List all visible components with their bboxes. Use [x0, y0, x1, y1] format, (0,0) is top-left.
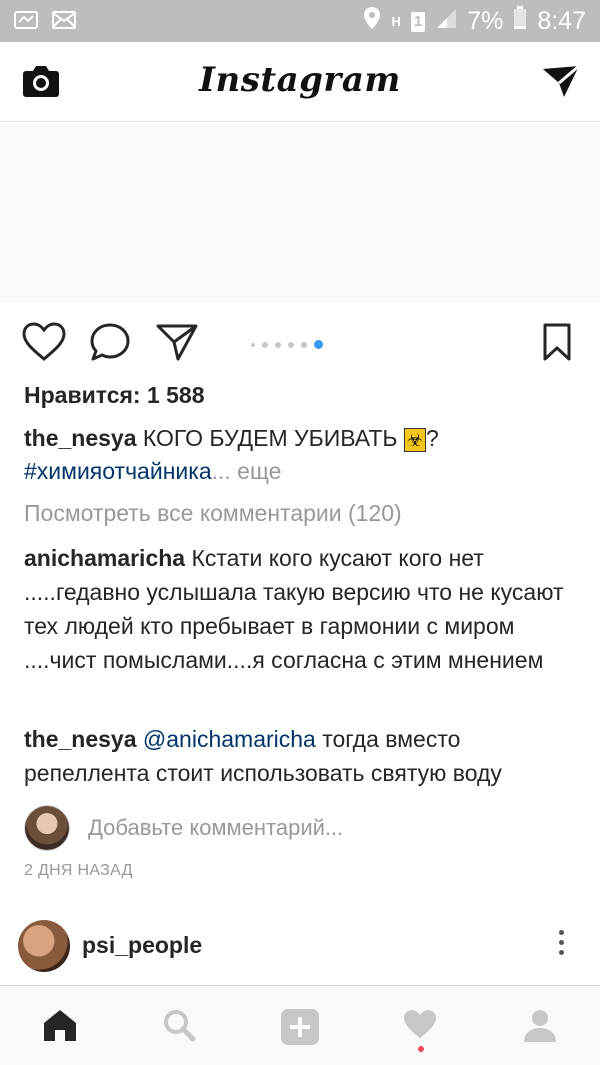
- caption-hashtag[interactable]: #химияотчайника: [24, 458, 212, 484]
- carousel-indicator: [251, 340, 323, 349]
- add-comment-row[interactable]: Добавьте комментарий...: [24, 804, 343, 852]
- signal-icon: [435, 7, 457, 36]
- caption-text: КОГО БУДЕМ УБИВАТЬ: [136, 425, 404, 451]
- carousel-dot: [262, 341, 268, 348]
- battery-percent: 7%: [467, 7, 504, 35]
- share-icon[interactable]: [156, 322, 198, 367]
- add-comment-input[interactable]: Добавьте комментарий...: [88, 815, 343, 841]
- add-post-icon[interactable]: [280, 1008, 320, 1051]
- view-all-comments[interactable]: Посмотреть все комментарии (120): [24, 500, 402, 527]
- carousel-dot: [288, 341, 294, 348]
- clock: 8:47: [537, 7, 586, 35]
- next-post-header: psi_people: [18, 920, 582, 972]
- comment-mention[interactable]: @anichamaricha: [143, 726, 316, 752]
- post-actions: [0, 322, 600, 368]
- mail-icon: [52, 10, 76, 35]
- direct-message-icon[interactable]: [542, 64, 580, 103]
- activity-heart-icon[interactable]: [402, 1008, 438, 1045]
- profile-icon[interactable]: [522, 1008, 558, 1049]
- post-caption: the_nesya КОГО БУДЕМ УБИВАТЬ ☣? #химияот…: [24, 422, 584, 488]
- more-options-icon[interactable]: [559, 930, 564, 955]
- caption-more[interactable]: ... еще: [212, 458, 282, 484]
- post-timestamp: 2 ДНЯ НАЗАД: [24, 862, 133, 879]
- notification-dot: [418, 1046, 424, 1052]
- comment-username[interactable]: anichamaricha: [24, 545, 185, 571]
- instagram-logo: Instagram: [199, 60, 401, 100]
- biohazard-emoji: ☣: [403, 428, 427, 452]
- comment-item: anichamaricha Кстати кого кусают кого не…: [24, 541, 584, 677]
- bookmark-icon[interactable]: [542, 322, 572, 367]
- sim-badge: 1: [410, 11, 426, 32]
- home-icon[interactable]: [42, 1008, 78, 1047]
- comment-icon[interactable]: [89, 322, 131, 367]
- avatar[interactable]: [18, 920, 70, 972]
- carousel-dot: [251, 342, 255, 347]
- comment-username[interactable]: the_nesya: [24, 726, 137, 752]
- network-type-label: H: [391, 14, 401, 29]
- caption-username[interactable]: the_nesya: [24, 425, 137, 451]
- search-icon[interactable]: [162, 1008, 196, 1047]
- likes-count[interactable]: Нравится: 1 588: [24, 382, 205, 409]
- carousel-dot: [301, 341, 307, 348]
- app-header: Instagram: [0, 42, 600, 122]
- carousel-dot-active: [314, 340, 323, 349]
- like-icon[interactable]: [22, 322, 66, 367]
- post-image[interactable]: [0, 123, 600, 303]
- notification-icon: [14, 10, 38, 35]
- avatar: [24, 805, 70, 851]
- caption-suffix: ?: [426, 425, 439, 451]
- carousel-dot: [275, 341, 281, 348]
- bottom-navigation: [0, 985, 600, 1065]
- location-icon: [363, 6, 381, 37]
- battery-icon: [513, 6, 527, 37]
- status-bar: H 1 7% 8:47: [0, 0, 600, 42]
- comment-item: the_nesya @anichamaricha тогда вместо ре…: [24, 722, 584, 790]
- post-username[interactable]: psi_people: [82, 932, 202, 959]
